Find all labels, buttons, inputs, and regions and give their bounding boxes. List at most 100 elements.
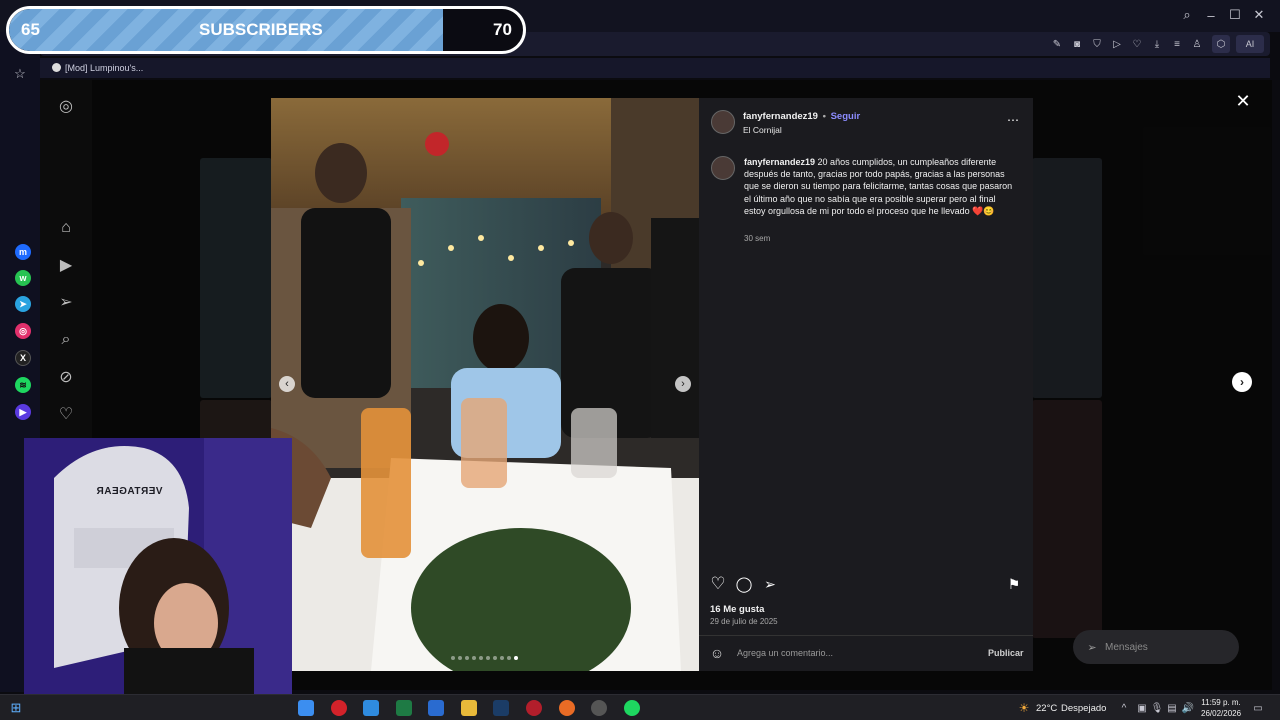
goal-target: 70	[493, 20, 512, 39]
like-icon[interactable]: ♡	[709, 574, 727, 593]
carousel-dot[interactable]	[493, 656, 497, 660]
spotify-taskbar-icon[interactable]	[624, 700, 640, 716]
clock-date: 26/02/2026	[1201, 709, 1242, 718]
follow-button[interactable]: Seguir	[831, 111, 861, 122]
app-icon[interactable]	[526, 700, 542, 716]
avatar[interactable]	[711, 110, 735, 134]
bookmark-icon[interactable]: ⚑	[1005, 575, 1023, 593]
play-icon[interactable]: ▷	[1110, 37, 1124, 51]
spotify-icon[interactable]: ≋	[15, 377, 31, 393]
profile-icon[interactable]: ♙	[1190, 37, 1204, 51]
post-location[interactable]: El Cornijal	[743, 125, 782, 135]
messages-button[interactable]: ➢ Mensajes	[1073, 630, 1239, 664]
carousel-dot[interactable]	[486, 656, 490, 660]
search-nav-icon[interactable]: ⌕	[58, 331, 74, 348]
copilot-icon[interactable]	[298, 700, 314, 716]
weather-desc[interactable]: Despejado	[1061, 703, 1106, 714]
notifications-icon[interactable]: ♡	[58, 406, 74, 423]
carousel-dot[interactable]	[479, 656, 483, 660]
carousel-dot[interactable]	[451, 656, 455, 660]
ai-label: AI	[1245, 39, 1255, 49]
player-icon[interactable]: ▶	[15, 404, 31, 420]
store-icon[interactable]	[363, 700, 379, 716]
star-icon[interactable]: ☆	[12, 66, 28, 82]
edit-icon[interactable]: ✎	[1050, 37, 1064, 51]
windows-start-icon[interactable]: ⊞	[8, 700, 24, 716]
instagram-logo-icon[interactable]: ◎	[58, 98, 74, 115]
next-post-button[interactable]: ›	[1232, 372, 1252, 392]
reels-icon[interactable]: ▶	[58, 257, 74, 274]
obs-icon[interactable]	[591, 700, 607, 716]
firefox-icon[interactable]	[559, 700, 575, 716]
file-explorer-icon[interactable]	[461, 700, 477, 716]
search-icon[interactable]: ⌕	[1180, 7, 1194, 22]
heart-icon[interactable]: ♡	[1130, 37, 1144, 51]
separator-dot: •	[822, 111, 826, 122]
messenger-icon[interactable]: m	[15, 244, 31, 260]
volume-icon[interactable]: 🔊	[1182, 701, 1194, 715]
messages-label: Mensajes	[1105, 642, 1148, 653]
clock-time: 11:59 p. m.	[1201, 698, 1241, 707]
carousel-dot[interactable]	[507, 656, 511, 660]
extension-icon[interactable]: ⬡	[1212, 35, 1230, 53]
x-icon[interactable]: X	[15, 350, 31, 366]
carousel-dot[interactable]	[465, 656, 469, 660]
excel-icon[interactable]	[396, 700, 412, 716]
publish-button[interactable]: Publicar	[988, 648, 1024, 658]
tray-app-icon[interactable]: ▣	[1136, 701, 1148, 715]
restaurant-photo	[271, 98, 699, 671]
post-username[interactable]: fanyfernandez19	[743, 111, 818, 122]
tab-favicon	[52, 63, 61, 72]
send-icon[interactable]: ➢	[58, 294, 74, 311]
comment-input[interactable]: Agrega un comentario...	[737, 648, 833, 658]
ai-button[interactable]: AI	[1236, 35, 1264, 53]
mail-icon[interactable]	[428, 700, 444, 716]
carousel-dots	[451, 656, 518, 662]
explore-icon[interactable]: ⊘	[58, 369, 74, 386]
opera-icon[interactable]	[331, 700, 347, 716]
likes-count[interactable]: 16 Me gusta	[710, 604, 764, 615]
network-icon[interactable]: ▤	[1166, 701, 1178, 715]
carousel-next-button[interactable]: ›	[675, 376, 691, 392]
streamer-webcam: VERTAGEAR	[24, 438, 292, 694]
home-icon[interactable]: ⌂	[58, 219, 74, 236]
menu-icon[interactable]: ≡	[1170, 37, 1184, 51]
carousel-dot[interactable]	[458, 656, 462, 660]
carousel-dot[interactable]	[500, 656, 504, 660]
bookmarks-bar: [Mod] Lumpinou's...	[40, 58, 1270, 78]
post-photo[interactable]: ‹ ›	[271, 98, 699, 671]
instagram-app-icon[interactable]: ◎	[15, 323, 31, 339]
carousel-dot[interactable]	[472, 656, 476, 660]
steam-icon[interactable]	[493, 700, 509, 716]
carousel-prev-button[interactable]: ‹	[279, 376, 295, 392]
maximize-icon[interactable]: ☐	[1228, 7, 1242, 22]
emoji-icon[interactable]: ☺	[709, 645, 725, 661]
post-details-panel: fanyfernandez19 • Seguir El Cornijal ⋯ f…	[699, 98, 1033, 671]
microphone-icon[interactable]: 🎙	[1151, 701, 1164, 715]
share-icon[interactable]: ➢	[761, 575, 779, 593]
weather-temp[interactable]: 22°C	[1036, 703, 1057, 714]
whatsapp-icon[interactable]: w	[15, 270, 31, 286]
notification-center-icon[interactable]: ▭	[1252, 701, 1264, 715]
caption-username[interactable]: fanyfernandez19	[744, 157, 815, 167]
telegram-icon[interactable]: ➤	[15, 296, 31, 312]
windows-taskbar: ⊞ ☀ 22°C Despejado ^ ▣ 🎙 ▤ 🔊 11:59 p. m.…	[0, 694, 1280, 720]
close-modal-icon[interactable]: ✕	[1234, 91, 1252, 111]
camera-icon[interactable]: ◙	[1070, 37, 1084, 51]
bookmark-lumpinou[interactable]: [Mod] Lumpinou's...	[65, 63, 143, 73]
more-options-icon[interactable]: ⋯	[1005, 113, 1021, 127]
shield-icon[interactable]: ⛉	[1090, 37, 1104, 51]
caption-avatar[interactable]	[711, 156, 735, 180]
caption-emojis: ❤️😊	[972, 205, 995, 216]
clock[interactable]: 11:59 p. m. 26/02/2026	[1201, 697, 1241, 719]
minimize-icon[interactable]: –	[1204, 8, 1218, 23]
weather-icon[interactable]: ☀	[1016, 700, 1032, 716]
comment-icon[interactable]: ◯	[735, 575, 753, 593]
download-icon[interactable]: ⤓	[1150, 37, 1164, 51]
messages-icon: ➢	[1087, 641, 1097, 654]
carousel-dot[interactable]	[514, 656, 518, 660]
goal-current: 65	[21, 20, 40, 39]
post-date: 29 de julio de 2025	[710, 617, 778, 626]
tray-chevron-icon[interactable]: ^	[1118, 701, 1130, 715]
close-window-icon[interactable]: ✕	[1252, 7, 1266, 22]
